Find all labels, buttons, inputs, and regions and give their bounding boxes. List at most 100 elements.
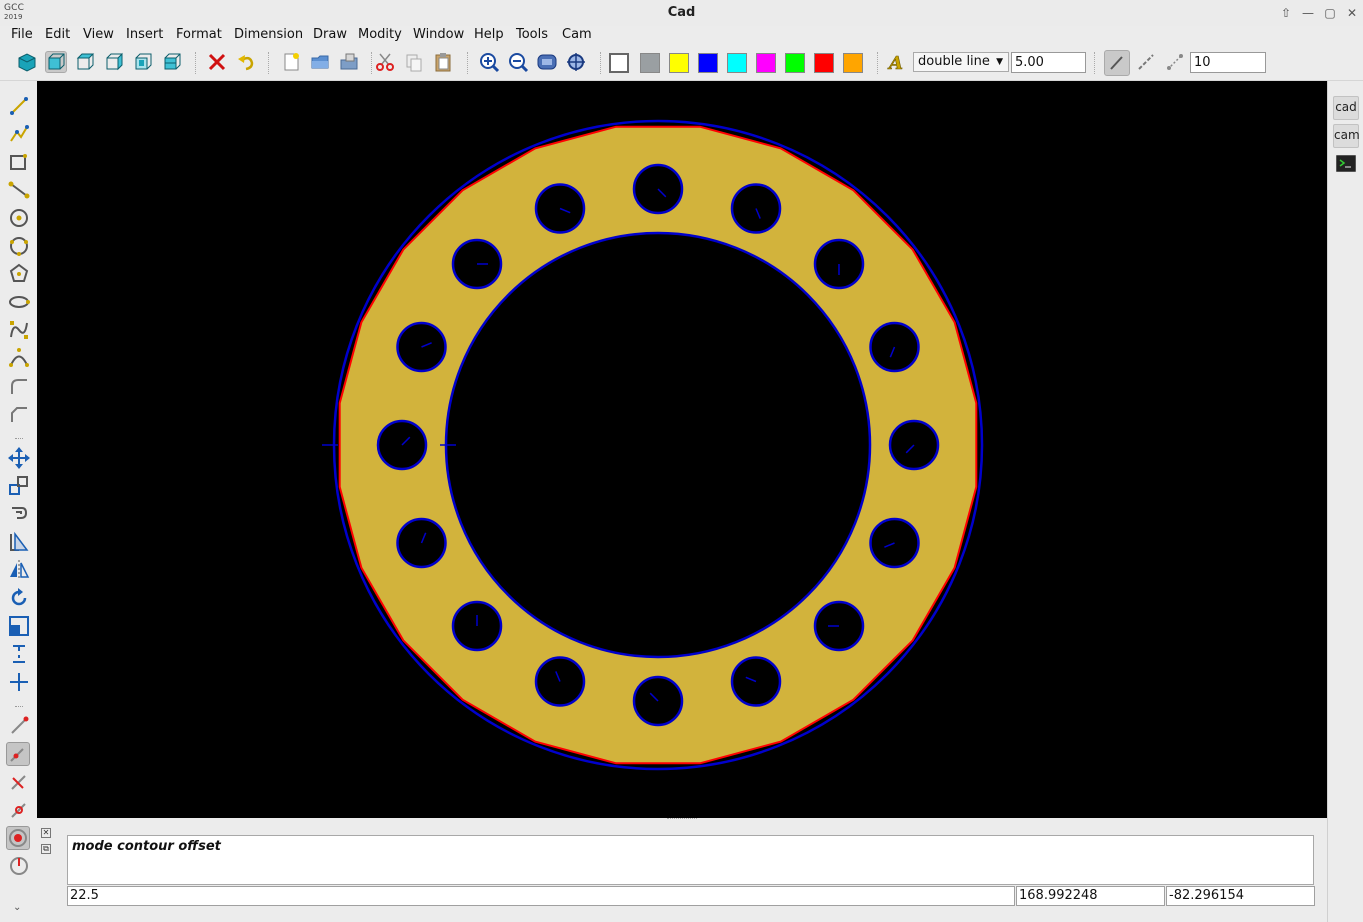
save-as-icon[interactable]: [338, 51, 360, 73]
text-style-icon[interactable]: A: [886, 51, 908, 73]
color-red-swatch[interactable]: [814, 53, 834, 73]
menu-edit[interactable]: Edit: [45, 27, 70, 42]
menu-cam[interactable]: Cam: [562, 27, 592, 42]
extend-icon[interactable]: [7, 670, 31, 694]
menu-dimension[interactable]: Dimension: [234, 27, 303, 42]
menu-tools[interactable]: Tools: [516, 27, 548, 42]
cube-top-icon[interactable]: [132, 51, 154, 73]
cut-icon[interactable]: [374, 51, 396, 73]
menu-format[interactable]: Format: [176, 27, 222, 42]
drawing-canvas[interactable]: [37, 81, 1327, 818]
window-up-icon[interactable]: ⇧: [1277, 5, 1295, 21]
zoom-in-icon[interactable]: [478, 51, 500, 73]
splitter-handle[interactable]: [667, 818, 697, 819]
coord-x-field: 168.992248: [1016, 886, 1165, 906]
color-gray-swatch[interactable]: [640, 53, 660, 73]
color-green-swatch[interactable]: [785, 53, 805, 73]
svg-text:A: A: [887, 53, 903, 73]
circle-3p-icon[interactable]: [7, 234, 31, 258]
undo-icon[interactable]: [235, 51, 257, 73]
circle-icon[interactable]: [7, 206, 31, 230]
dashed-pen-icon[interactable]: [1135, 51, 1157, 73]
tool-separator: [15, 438, 23, 439]
zoom-extents-icon[interactable]: [565, 51, 587, 73]
break-icon[interactable]: [7, 642, 31, 666]
command-input[interactable]: 22.5: [67, 886, 1015, 906]
minimize-icon[interactable]: —: [1299, 5, 1317, 21]
cube-front-icon[interactable]: [45, 51, 67, 73]
open-folder-icon[interactable]: [309, 51, 331, 73]
coord-y-field: -82.296154: [1166, 886, 1315, 906]
contour-offset-icon[interactable]: [6, 826, 30, 850]
toolbar-separator: [877, 52, 879, 74]
menu-insert[interactable]: Insert: [126, 27, 163, 42]
cube-solid-icon[interactable]: [16, 51, 38, 73]
mirror-icon[interactable]: [7, 558, 31, 582]
snap-pencil-icon[interactable]: [7, 798, 31, 822]
toolbar-separator: [600, 52, 602, 74]
rotate-icon[interactable]: [7, 586, 31, 610]
close-icon[interactable]: ✕: [1343, 5, 1361, 21]
expand-tools-icon[interactable]: ⌄: [13, 902, 21, 913]
fillet-icon[interactable]: [7, 374, 31, 398]
line-type-select[interactable]: double line ▼: [913, 52, 1009, 72]
menu-help[interactable]: Help: [474, 27, 504, 42]
maximize-icon[interactable]: ▢: [1321, 5, 1339, 21]
polygon-icon[interactable]: [7, 262, 31, 286]
polyline-icon[interactable]: [7, 122, 31, 146]
inner-circle[interactable]: [444, 231, 872, 659]
close-panel-icon[interactable]: ✕: [41, 828, 51, 838]
new-file-icon[interactable]: [280, 51, 302, 73]
color-magenta-swatch[interactable]: [756, 53, 776, 73]
copy-icon[interactable]: [403, 51, 425, 73]
ellipse-icon[interactable]: [7, 290, 31, 314]
menu-view[interactable]: View: [83, 27, 114, 42]
cube-right-icon[interactable]: [103, 51, 125, 73]
edit-pencil-icon[interactable]: [6, 742, 30, 766]
ring-fill[interactable]: [339, 126, 977, 764]
main-toolbar: A double line ▼ 5.00 10: [0, 46, 1363, 81]
node-line-icon[interactable]: [7, 178, 31, 202]
offset-icon[interactable]: [7, 502, 31, 526]
terminal-icon[interactable]: [1336, 155, 1356, 172]
command-panel: ✕ ⧉ mode contour offset 22.5 168.992248 …: [37, 818, 1327, 922]
paste-icon[interactable]: [432, 51, 454, 73]
snap-distance-icon[interactable]: [1164, 51, 1186, 73]
cad-tab-button[interactable]: cad: [1333, 96, 1359, 120]
bezier-icon[interactable]: [7, 346, 31, 370]
cam-tab-button[interactable]: cam: [1333, 124, 1360, 148]
menu-draw[interactable]: Draw: [313, 27, 347, 42]
scale-icon[interactable]: [7, 614, 31, 638]
line-icon[interactable]: [7, 94, 31, 118]
chamfer-icon[interactable]: [7, 402, 31, 426]
measure-icon[interactable]: [7, 714, 31, 738]
zoom-window-icon[interactable]: [536, 51, 558, 73]
cube-iso-icon[interactable]: [161, 51, 183, 73]
line-type-value: double line: [918, 54, 990, 69]
spline-icon[interactable]: [7, 318, 31, 342]
toolbar-separator: [268, 52, 270, 74]
toolbar-separator: [1094, 52, 1096, 74]
copy-move-icon[interactable]: [7, 474, 31, 498]
line-width-input[interactable]: 5.00: [1011, 52, 1086, 73]
cube-left-icon[interactable]: [74, 51, 96, 73]
menu-window[interactable]: Window: [413, 27, 464, 42]
pen-tool-icon[interactable]: [1104, 50, 1130, 76]
menu-file[interactable]: File: [11, 27, 33, 42]
float-panel-icon[interactable]: ⧉: [41, 844, 51, 854]
color-white-swatch[interactable]: [609, 53, 629, 73]
menu-modity[interactable]: Modity: [358, 27, 402, 42]
cross-pencil-icon[interactable]: [7, 770, 31, 794]
snap-value-input[interactable]: 10: [1190, 52, 1266, 73]
drawing-svg[interactable]: [37, 81, 1327, 818]
circle-tool-icon[interactable]: [7, 854, 31, 878]
color-blue-swatch[interactable]: [698, 53, 718, 73]
move-icon[interactable]: [7, 446, 31, 470]
zoom-out-icon[interactable]: [507, 51, 529, 73]
delete-icon[interactable]: [206, 51, 228, 73]
color-orange-swatch[interactable]: [843, 53, 863, 73]
rectangle-icon[interactable]: [7, 150, 31, 174]
trim-icon[interactable]: [7, 530, 31, 554]
color-yellow-swatch[interactable]: [669, 53, 689, 73]
color-cyan-swatch[interactable]: [727, 53, 747, 73]
